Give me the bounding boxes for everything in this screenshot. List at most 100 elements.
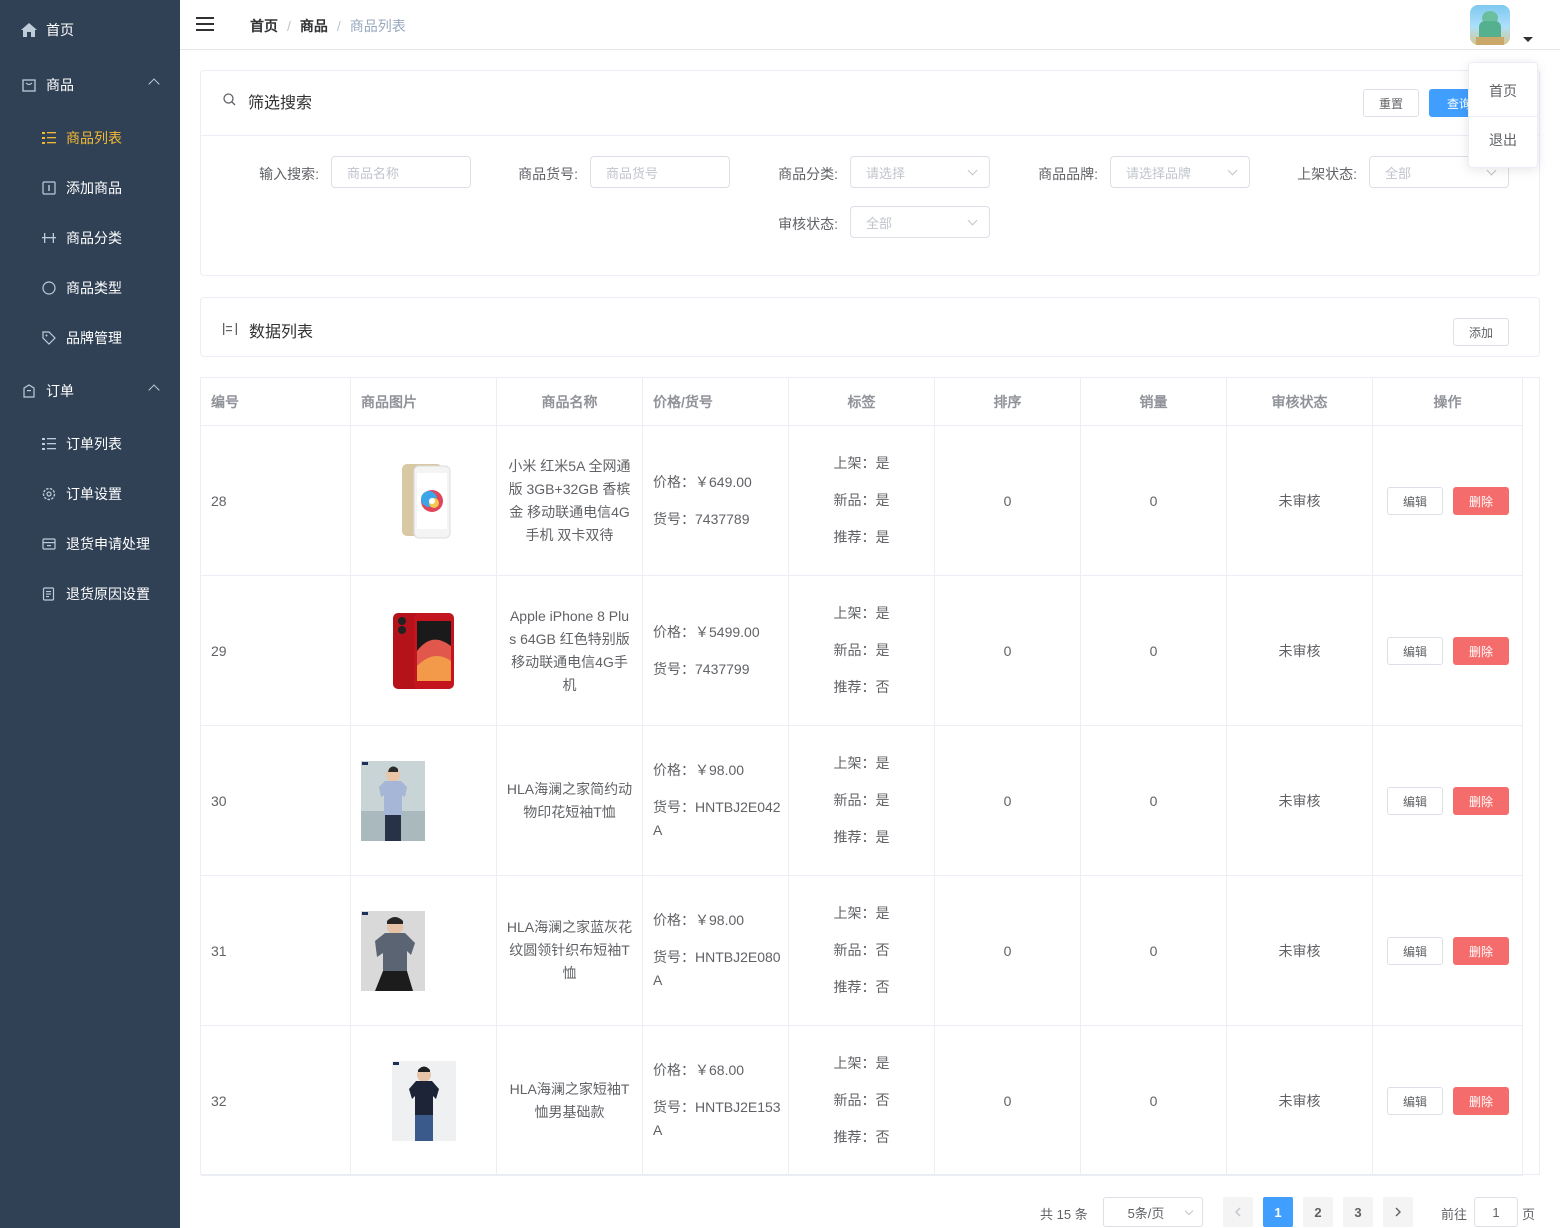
menu-goods-list[interactable]: 商品列表: [0, 113, 180, 163]
cell-sales: 0: [1081, 1026, 1227, 1176]
cell-image: [351, 876, 497, 1026]
menu-add-goods[interactable]: 添加商品: [0, 163, 180, 213]
menu-return-apply[interactable]: 退货申请处理: [0, 519, 180, 569]
product-name: HLA海澜之家简约动物印花短袖T恤: [506, 780, 633, 820]
delete-button[interactable]: 删除: [1453, 937, 1509, 965]
chevron-down-icon: [1184, 1206, 1194, 1216]
chevron-up-icon: [148, 384, 160, 396]
category-label: 商品分类:: [778, 166, 838, 182]
prev-page-button[interactable]: [1223, 1197, 1253, 1227]
sidebar: 首页 商品 商品列表 添加商品 商品分类 商品类型 品牌管理 订单 订单列表 订…: [0, 0, 180, 1228]
category-select-placeholder: 请选择: [866, 165, 906, 181]
tag-icon: [40, 329, 58, 347]
divider: [1469, 116, 1537, 117]
goto-label: 前往: [1441, 1207, 1468, 1222]
order-icon: [20, 382, 38, 400]
navbar: 首页 / 商品 / 商品列表: [180, 0, 1560, 50]
page-size-select[interactable]: 5条/页: [1103, 1197, 1203, 1227]
add-doc-icon: [40, 179, 58, 197]
next-page-button[interactable]: [1383, 1197, 1413, 1227]
avatar[interactable]: [1470, 5, 1510, 45]
brand-select[interactable]: 请选择品牌: [1110, 156, 1250, 188]
tag-recommend: 推荐：是: [833, 829, 890, 845]
header-verify: 审核状态: [1227, 378, 1373, 426]
product-sn: 货号：HNTBJ2E080A: [653, 949, 781, 988]
edit-button[interactable]: 编辑: [1387, 1087, 1443, 1115]
verify-status-select[interactable]: 全部: [850, 206, 990, 238]
cell-id: 31: [201, 876, 351, 1026]
caret-down-icon[interactable]: [1523, 37, 1533, 42]
cell-name: Apple iPhone 8 Plus 64GB 红色特别版 移动联通电信4G手…: [497, 576, 643, 726]
delete-button[interactable]: 删除: [1453, 1087, 1509, 1115]
delete-button[interactable]: 删除: [1453, 487, 1509, 515]
edit-button[interactable]: 编辑: [1387, 937, 1443, 965]
cell-sales: 0: [1081, 576, 1227, 726]
breadcrumb-goods[interactable]: 商品: [300, 16, 328, 36]
filter-card: 筛选搜索 重置 查询 输入搜索: 商品名称 商品货号: 商品货号 商品分类: 请…: [200, 70, 1540, 276]
reset-button[interactable]: 重置: [1363, 89, 1419, 117]
goto-page-input[interactable]: 1: [1474, 1197, 1518, 1227]
cell-image: [351, 426, 497, 576]
product-sn-input[interactable]: 商品货号: [590, 156, 730, 188]
tag-publish: 上架：是: [833, 1055, 890, 1071]
verify-status-placeholder: 全部: [866, 215, 893, 231]
cell-id: 30: [201, 726, 351, 876]
edit-button[interactable]: 编辑: [1387, 637, 1443, 665]
tag-publish: 上架：是: [833, 605, 890, 621]
header-sort: 排序: [935, 378, 1081, 426]
dropdown-item-logout[interactable]: 退出: [1469, 130, 1537, 150]
header-image: 商品图片: [351, 378, 497, 426]
cell-image: [351, 1026, 497, 1176]
cell-price: 价格：￥68.00 货号：HNTBJ2E153A: [643, 1026, 789, 1176]
menu-goods[interactable]: 商品: [0, 60, 180, 110]
delete-button[interactable]: 删除: [1453, 787, 1509, 815]
cell-name: HLA海澜之家蓝灰花纹圆领针织布短袖T恤: [497, 876, 643, 1026]
product-name: 小米 红米5A 全网通版 3GB+32GB 香槟金 移动联通电信4G手机 双卡双…: [508, 457, 631, 543]
header-price: 价格/货号: [643, 378, 789, 426]
breadcrumb-separator: /: [287, 18, 291, 34]
brand-label: 商品品牌:: [1038, 166, 1098, 182]
product-price: 价格：￥98.00: [653, 762, 745, 778]
cell-sort: 0: [935, 726, 1081, 876]
menu-return-reason[interactable]: 退货原因设置: [0, 569, 180, 619]
tag-new: 新品：否: [833, 1092, 890, 1108]
chevron-up-icon: [148, 78, 160, 90]
chevron-left-icon: [1235, 1207, 1241, 1217]
edit-button[interactable]: 编辑: [1387, 487, 1443, 515]
verify-status-label: 审核状态:: [778, 216, 838, 232]
dropdown-item-home[interactable]: 首页: [1469, 81, 1537, 101]
menu-goods-category-label: 商品分类: [66, 230, 122, 246]
menu-order[interactable]: 订单: [0, 366, 180, 416]
breadcrumb-home[interactable]: 首页: [250, 16, 278, 36]
menu-order-list-label: 订单列表: [66, 436, 122, 452]
publish-status-placeholder: 全部: [1385, 165, 1412, 181]
cell-id: 29: [201, 576, 351, 726]
header-id: 编号: [201, 378, 351, 426]
page-2-button[interactable]: 2: [1303, 1197, 1333, 1227]
menu-order-settings[interactable]: 订单设置: [0, 469, 180, 519]
product-name: HLA海澜之家蓝灰花纹圆领针织布短袖T恤: [506, 919, 633, 981]
hamburger-icon[interactable]: [196, 17, 214, 33]
delete-button[interactable]: 删除: [1453, 637, 1509, 665]
add-button[interactable]: 添加: [1453, 318, 1509, 346]
cell-sort: 0: [935, 876, 1081, 1026]
menu-order-list[interactable]: 订单列表: [0, 419, 180, 469]
menu-goods-type[interactable]: 商品类型: [0, 263, 180, 313]
menu-home[interactable]: 首页: [0, 5, 180, 55]
menu-goods-category[interactable]: 商品分类: [0, 213, 180, 263]
table-scrollbar-gutter: [1523, 378, 1539, 1174]
home-icon: [20, 21, 38, 39]
category-select[interactable]: 请选择: [850, 156, 990, 188]
cell-actions: 编辑 删除: [1373, 426, 1523, 576]
product-price: 价格：￥68.00: [653, 1062, 745, 1078]
page-suffix: 页: [1522, 1207, 1536, 1222]
product-name-input[interactable]: 商品名称: [331, 156, 471, 188]
page-1-button[interactable]: 1: [1263, 1197, 1293, 1227]
circle-icon: [40, 279, 58, 297]
menu-brand[interactable]: 品牌管理: [0, 313, 180, 363]
page-3-button[interactable]: 3: [1343, 1197, 1373, 1227]
edit-button[interactable]: 编辑: [1387, 787, 1443, 815]
menu-goods-type-label: 商品类型: [66, 280, 122, 296]
menu-return-reason-label: 退货原因设置: [66, 586, 150, 602]
product-price: 价格：￥5499.00: [653, 623, 760, 640]
